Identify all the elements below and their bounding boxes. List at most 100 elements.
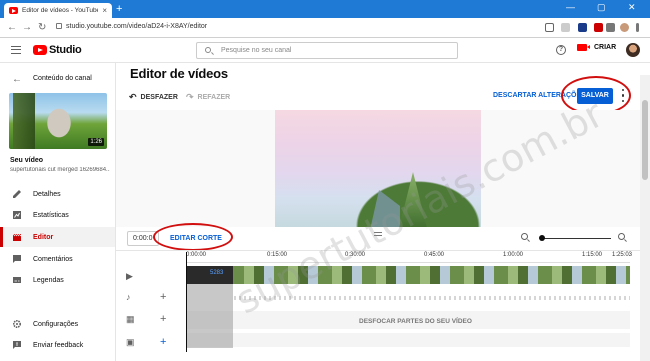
your-video-label: Seu vídeo — [10, 157, 44, 164]
end-screen-track[interactable] — [186, 333, 630, 347]
avatar[interactable] — [626, 43, 640, 57]
timeline-tick: 0:00:00 — [186, 252, 207, 258]
frame-label: 5283 — [210, 270, 224, 276]
subtitles-icon — [13, 277, 21, 283]
undo-label: DESFAZER — [140, 94, 178, 101]
video-track-control: ▶ — [116, 266, 180, 288]
zoom-in-icon[interactable] — [618, 233, 625, 240]
hamburger-menu-icon[interactable] — [11, 46, 21, 54]
timeline-tick: 1:00:00 — [503, 252, 524, 258]
sidebar-item-label: Legendas — [33, 276, 64, 284]
timeline-tick: 1:15:00 — [582, 252, 603, 258]
video-duration-badge: 1:26 — [88, 138, 104, 146]
clapper-icon — [12, 233, 22, 241]
thumbnail-tree — [13, 93, 35, 149]
sidebar-item-label: Configurações — [33, 320, 79, 328]
maximize-button[interactable]: ▢ — [597, 2, 606, 13]
search-icon — [205, 47, 211, 53]
feedback-icon — [13, 341, 21, 349]
redo-label: REFAZER — [197, 94, 231, 101]
zoom-slider-handle[interactable] — [539, 235, 545, 241]
sidebar-item-label: Estatísticas — [33, 211, 69, 219]
back-arrow-icon[interactable]: ← — [7, 22, 17, 33]
timeline-ruler — [186, 262, 630, 263]
back-arrow-icon[interactable]: ← — [12, 74, 22, 85]
extension-icon[interactable] — [578, 23, 587, 32]
sidebar-item-feedback[interactable]: Enviar feedback — [0, 335, 115, 355]
comment-icon — [13, 255, 21, 263]
analytics-icon — [13, 211, 21, 219]
youtube-favicon-icon — [9, 7, 18, 14]
reload-icon[interactable]: ↻ — [38, 22, 46, 33]
extension-icon[interactable] — [594, 23, 603, 32]
browser-menu-icon[interactable] — [636, 23, 639, 32]
sidebar: ← Conteúdo do canal 1:26 Seu vídeo super… — [0, 63, 116, 361]
sidebar-item-subtitles[interactable]: Legendas — [0, 270, 115, 290]
page-title: Editor de vídeos — [130, 66, 228, 81]
browser-tab[interactable]: Editor de vídeos - YouTube Studi × — [4, 3, 112, 18]
blur-track-control: ▦ + — [116, 309, 180, 331]
address-bar: ← → ↻ studio.youtube.com/video/aD24-i-X8… — [0, 18, 650, 38]
minimize-button[interactable]: — — [566, 2, 575, 12]
redo-icon: ↷ — [186, 92, 194, 102]
blur-track-label: DESFOCAR PARTES DO SEU VÍDEO — [359, 318, 472, 325]
create-label: CRIAR — [594, 44, 617, 51]
undo-button[interactable]: ↶ DESFAZER — [129, 92, 178, 103]
redo-button[interactable]: ↷ REFAZER — [186, 92, 230, 103]
sidebar-item-label: Enviar feedback — [33, 341, 84, 349]
close-window-button[interactable]: ✕ — [628, 2, 636, 13]
tab-title: Editor de vídeos - YouTube Studi — [22, 7, 99, 14]
browser-tab-bar: Editor de vídeos - YouTube Studi × + — ▢… — [0, 0, 650, 18]
end-screen-icon: ▣ — [126, 337, 135, 347]
video-thumbnail[interactable]: 1:26 — [9, 93, 107, 149]
video-camera-icon — [577, 44, 590, 51]
profile-avatar-icon[interactable] — [620, 23, 629, 32]
add-audio-button[interactable]: + — [160, 291, 166, 303]
youtube-logo-icon[interactable] — [33, 45, 47, 55]
create-button[interactable]: CRIAR — [577, 44, 616, 51]
studio-header: Studio Pesquise no seu canal ? CRIAR — [0, 38, 650, 63]
studio-logo-text[interactable]: Studio — [49, 44, 82, 56]
zoom-slider-track[interactable] — [541, 238, 611, 239]
lock-icon — [56, 23, 62, 29]
new-tab-button[interactable]: + — [116, 3, 122, 15]
forward-arrow-icon[interactable]: → — [22, 22, 32, 33]
undo-icon: ↶ — [129, 92, 137, 102]
video-title: supertutoriais cut merged 16269684... — [10, 167, 110, 173]
add-blur-button[interactable]: + — [160, 313, 166, 325]
thumbnail-character — [41, 101, 77, 141]
annotation-circle — [153, 223, 233, 251]
video-track-icon: ▶ — [126, 271, 133, 281]
help-icon[interactable]: ? — [556, 45, 566, 55]
sidebar-item-analytics[interactable]: Estatísticas — [0, 205, 115, 225]
timeline-tick: 0:45:00 — [424, 252, 445, 258]
search-placeholder: Pesquise no seu canal — [221, 47, 292, 54]
channel-content-link[interactable]: Conteúdo do canal — [33, 75, 92, 82]
star-icon[interactable] — [561, 23, 570, 32]
pencil-icon — [13, 190, 21, 198]
sidebar-item-label: Editor — [33, 233, 54, 241]
zoom-out-icon[interactable] — [521, 233, 528, 240]
gear-icon — [12, 319, 22, 329]
sidebar-item-settings[interactable]: Configurações — [0, 314, 115, 334]
sidebar-item-details[interactable]: Detalhes — [0, 184, 115, 204]
playhead[interactable] — [186, 252, 187, 352]
search-input[interactable]: Pesquise no seu canal — [196, 42, 458, 59]
extension-icon[interactable] — [545, 23, 554, 32]
sidebar-item-editor[interactable]: Editor — [0, 227, 115, 247]
timeline-tick: 1:25:03 — [612, 252, 633, 258]
tab-close-icon[interactable]: × — [102, 6, 107, 15]
sidebar-item-label: Comentários — [33, 255, 73, 263]
add-end-screen-button[interactable]: + — [160, 336, 166, 348]
video-frame-dark: 5283 — [186, 266, 233, 284]
scrollbar-thumb[interactable] — [642, 100, 648, 180]
url-field[interactable]: studio.youtube.com/video/aD24-i-X8AY/edi… — [66, 23, 207, 30]
sidebar-item-label: Detalhes — [33, 190, 61, 198]
end-screen-track-control: ▣ + — [116, 332, 180, 354]
audio-track-control: ♪ + — [116, 287, 180, 309]
puzzle-icon[interactable] — [606, 23, 615, 32]
music-icon: ♪ — [126, 292, 131, 302]
sidebar-item-comments[interactable]: Comentários — [0, 249, 115, 269]
trim-region[interactable] — [186, 284, 233, 348]
blur-icon: ▦ — [126, 314, 135, 324]
